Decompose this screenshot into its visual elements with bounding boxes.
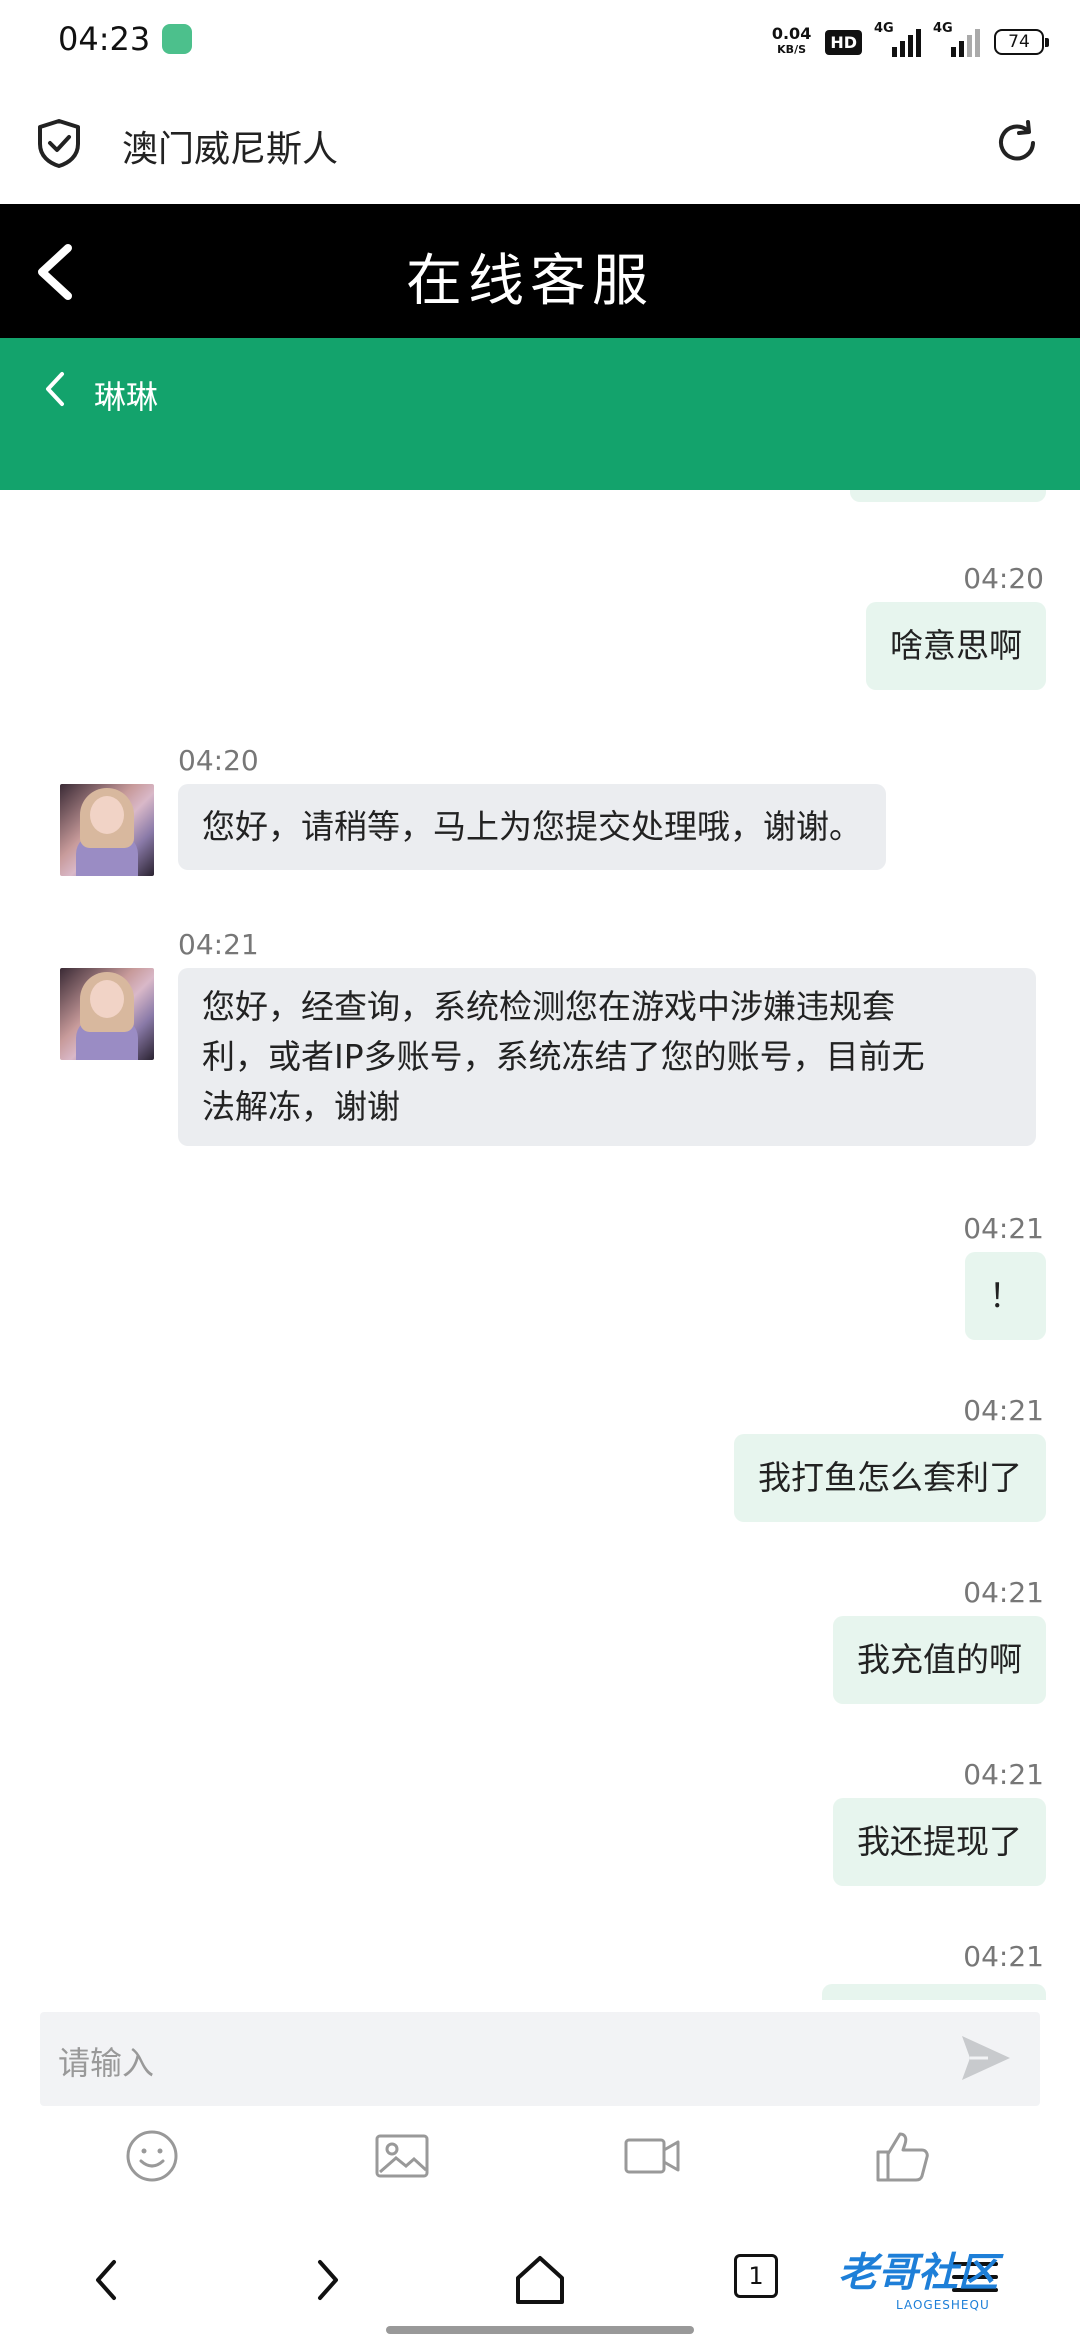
message-time: 04:20 (963, 562, 1044, 595)
message-input-placeholder: 请输入 (58, 2044, 155, 2082)
chat-message-list[interactable]: 04:20 啥意思啊 04:20 您好，请稍等，马上为您提交处理哦，谢谢。 04… (0, 490, 1080, 2000)
page-title: 在线客服 (406, 249, 654, 314)
outgoing-message: 我还提现了 (833, 1798, 1046, 1886)
message-time: 04:21 (963, 1394, 1044, 1427)
emoji-icon[interactable] (122, 2126, 182, 2186)
nav-home-icon[interactable] (510, 2250, 570, 2310)
nav-forward-icon[interactable] (296, 2250, 356, 2310)
network-speed-unit: KB/S (777, 43, 807, 56)
message-bubble-partial (850, 490, 1046, 502)
thumbs-up-icon[interactable] (872, 2126, 932, 2186)
nav-back-icon[interactable] (78, 2250, 138, 2310)
message-line: 法解冻，谢谢 (202, 1087, 400, 1126)
image-icon[interactable] (372, 2126, 432, 2186)
signal-sim1-icon: 4G (874, 21, 921, 57)
agent-avatar (60, 784, 154, 876)
chat-header: 琳琳 (0, 338, 1080, 490)
browser-bar: 澳门威尼斯人 (0, 80, 1080, 204)
outgoing-message-partial (822, 1984, 1046, 2000)
shield-check-icon[interactable] (36, 118, 82, 168)
message-time: 04:20 (178, 744, 259, 777)
message-line: 利，或者IP多账号，系统冻结了您的账号，目前无 (202, 1037, 925, 1076)
message-time: 04:21 (963, 1940, 1044, 1973)
page-header: 在线客服 (0, 204, 1080, 338)
hd-badge: HD (825, 29, 862, 55)
outgoing-message: 我充值的啊 (833, 1616, 1046, 1704)
site-title: 澳门威尼斯人 (122, 129, 339, 170)
network-speed-value: 0.04 (771, 24, 812, 43)
signal-sim2-icon: 4G (933, 21, 980, 57)
agent-avatar (60, 968, 154, 1060)
outgoing-message: 啥意思啊 (866, 602, 1046, 690)
message-input[interactable]: 请输入 (40, 2012, 1040, 2106)
home-indicator[interactable] (386, 2326, 694, 2334)
network-speed: 0.04 KB/S (772, 26, 811, 58)
status-bar: 04:23 0.04 KB/S HD 4G 4G 74 (0, 0, 1080, 80)
chat-toolbar (0, 2118, 1080, 2198)
tab-count-button[interactable]: 1 (734, 2254, 778, 2298)
outgoing-message: 我打鱼怎么套利了 (734, 1434, 1046, 1522)
battery-icon: 74 (994, 29, 1049, 55)
status-time: 04:23 (58, 20, 151, 58)
message-line: 您好，经查询，系统检测您在游戏中涉嫌违规套 (202, 987, 895, 1026)
incoming-message: 您好，经查询，系统检测您在游戏中涉嫌违规套 利，或者IP多账号，系统冻结了您的账… (178, 968, 1036, 1146)
call-indicator-icon (162, 24, 192, 54)
watermark-logo: 老哥社区 (838, 2250, 998, 2296)
sim1-label: 4G (874, 21, 894, 36)
send-icon[interactable] (958, 2030, 1014, 2086)
message-time: 04:21 (963, 1212, 1044, 1245)
status-indicators: 0.04 KB/S HD 4G 4G 74 (772, 21, 1049, 62)
sim2-label: 4G (933, 21, 953, 36)
message-time: 04:21 (963, 1758, 1044, 1791)
video-icon[interactable] (622, 2126, 682, 2186)
incoming-message: 您好，请稍等，马上为您提交处理哦，谢谢。 (178, 784, 886, 870)
watermark-subtext: LAOGESHEQU (896, 2298, 990, 2312)
message-time: 04:21 (963, 1576, 1044, 1609)
agent-name: 琳琳 (94, 378, 159, 416)
outgoing-message: ！ (965, 1252, 1046, 1340)
chevron-left-icon[interactable] (40, 368, 68, 410)
message-time: 04:21 (178, 928, 259, 961)
reload-icon[interactable] (992, 118, 1042, 168)
